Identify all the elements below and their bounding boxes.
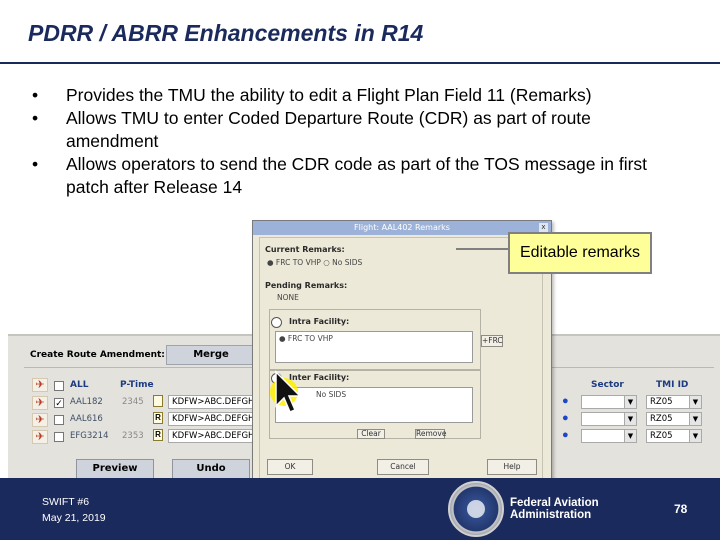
create-route-amendment-label: Create Route Amendment: [30,350,165,360]
sector-select[interactable]: ▼ [581,412,637,426]
row-checkbox[interactable] [54,415,64,425]
footer-event: SWIFT #6 [42,496,90,508]
intra-facility-list[interactable]: ● FRC TO VHP [275,331,473,363]
all-header: ALL [70,380,89,390]
sector-select[interactable]: ▼ [581,395,637,409]
org-line-1: Federal Aviation [510,497,599,509]
remarks-flag[interactable] [153,395,163,407]
pending-remarks-value: NONE [277,293,299,302]
bullet-list: Provides the TMU the ability to edit a F… [28,84,688,199]
tmi-select[interactable]: RZ05 ▼ [646,429,702,443]
plane-icon: ✈ [32,378,48,392]
help-button[interactable]: Help [487,459,537,475]
tmi-value: RZ05 [650,397,673,407]
sector-select[interactable]: ▼ [581,429,637,443]
flight-id: AAL616 [70,414,103,424]
editable-remarks-callout: Editable remarks [508,232,652,274]
merge-button[interactable]: Merge [166,345,256,365]
dialog-title: Flight: AAL402 Remarks [253,221,551,235]
add-frc-button[interactable]: +FRC [481,335,503,347]
row-checkbox[interactable] [54,432,64,442]
plane-icon: ✈ [32,396,48,410]
dropdown-arrow-icon[interactable]: ▼ [689,396,701,408]
current-remarks-value: ● FRC TO VHP ○ No SIDS [267,258,363,267]
close-icon[interactable]: x [539,223,548,232]
tmi-value: RZ05 [650,414,673,424]
bullet-item: Provides the TMU the ability to edit a F… [28,84,688,107]
pending-remarks-label: Pending Remarks: [265,281,348,290]
footer-date: May 21, 2019 [42,512,106,524]
dropdown-arrow-icon[interactable]: ▼ [689,413,701,425]
dropdown-arrow-icon[interactable]: ▼ [624,413,636,425]
callout-connector [456,248,508,250]
title-rule [0,62,720,64]
remove-button[interactable]: Remove [415,429,446,439]
inter-facility-list[interactable]: No SIDS [275,387,473,423]
tmi-value: RZ05 [650,431,673,441]
faa-seal-icon [448,481,504,537]
org-line-2: Administration [510,509,592,521]
row-checkbox[interactable]: ✓ [54,398,64,408]
map-pin-icon[interactable]: ● [562,412,569,424]
plane-icon: ✈ [32,430,48,444]
ptime-value: 2345 [122,397,144,407]
plane-icon: ✈ [32,413,48,427]
flight-id: EFG3214 [70,431,109,441]
slide-title: PDRR / ABRR Enhancements in R14 [28,20,424,46]
remarks-flag[interactable]: R [153,412,163,424]
tmi-id-header: TMI ID [656,380,689,390]
cancel-button[interactable]: Cancel [377,459,429,475]
radio-icon[interactable] [271,317,282,328]
flight-id: AAL182 [70,397,103,407]
remarks-flag[interactable]: R [153,429,163,441]
bullet-item: Allows operators to send the CDR code as… [28,153,688,199]
ok-button[interactable]: OK [267,459,313,475]
dropdown-arrow-icon[interactable]: ▼ [624,396,636,408]
footer-organization: Federal Aviation Administration [510,497,630,521]
ptime-header: P-Time [120,380,154,390]
preview-button[interactable]: Preview [76,459,154,479]
current-remarks-label: Current Remarks: [265,245,345,254]
map-pin-icon[interactable]: ● [562,429,569,441]
intra-facility-label: Intra Facility: [289,317,350,326]
mouse-cursor-icon [270,370,302,413]
map-pin-icon[interactable]: ● [562,395,569,407]
select-all-checkbox[interactable] [54,381,64,391]
tmi-select[interactable]: RZ05 ▼ [646,412,702,426]
undo-button[interactable]: Undo [172,459,250,479]
clear-button[interactable]: Clear [357,429,385,439]
dropdown-arrow-icon[interactable]: ▼ [689,430,701,442]
tmi-select[interactable]: RZ05 ▼ [646,395,702,409]
flight-remarks-dialog: Flight: AAL402 Remarks x Current Remarks… [252,220,552,488]
page-number: 78 [674,502,688,516]
ptime-value: 2353 [122,431,144,441]
bullet-item: Allows TMU to enter Coded Departure Rout… [28,107,688,153]
dropdown-arrow-icon[interactable]: ▼ [624,430,636,442]
footer-bar: SWIFT #6 May 21, 2019 Federal Aviation A… [0,478,720,540]
sector-header: Sector [591,380,624,390]
